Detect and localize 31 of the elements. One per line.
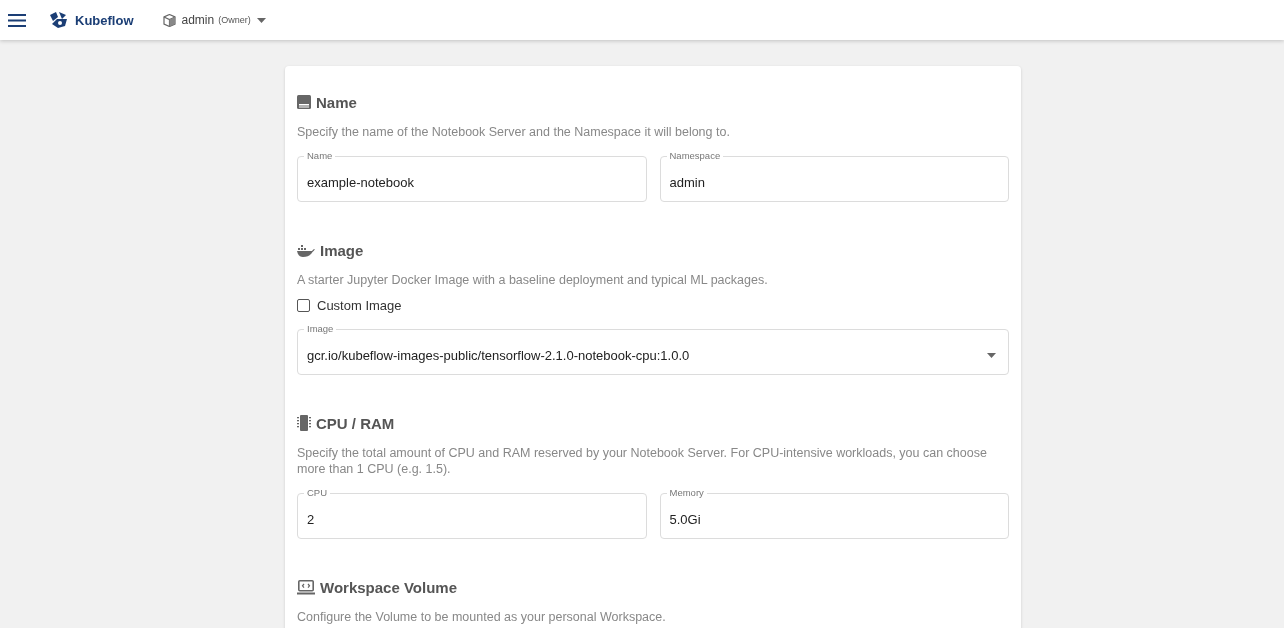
section-title: Workspace Volume <box>320 578 457 596</box>
input-value: example-notebook <box>307 174 415 190</box>
caret-icon <box>987 352 996 358</box>
checkbox[interactable] <box>297 299 310 312</box>
whale-icon <box>297 243 315 257</box>
caret-icon <box>256 17 266 23</box>
section-title: Name <box>316 93 357 111</box>
book-icon <box>297 95 311 109</box>
menu-icon[interactable] <box>8 13 26 27</box>
section-description: Specify the name of the Notebook Server and the Namespace it will belong to. <box>297 124 731 140</box>
section-title: CPU / RAM <box>316 414 395 432</box>
section-title: Image <box>320 241 364 259</box>
field-label: Namespace <box>666 150 724 161</box>
cube-icon <box>162 13 176 27</box>
namespace-selector[interactable]: admin (Owner) <box>162 13 266 27</box>
section-description: Configure the Volume to be mounted as your personal Workspace. <box>297 609 667 625</box>
input-value: 5.0Gi <box>669 511 702 527</box>
checkbox-label[interactable]: Custom Image <box>317 298 402 313</box>
brand-name: Kubeflow <box>75 12 134 28</box>
section-description: Specify the total amount of CPU and RAM reserved by your Notebook Server. For CPU-intensive workloads, you can choose more than 1 CPU (e.g. 1.5). <box>297 445 988 477</box>
field-label: CPU <box>304 487 331 498</box>
input-value: admin <box>669 174 706 190</box>
chip-icon <box>297 415 311 431</box>
field-label: Name <box>304 150 336 161</box>
select-value: gcr.io/kubeflow-images-public/tensorflow-2.1.0-notebook-cpu:1.0.0 <box>307 347 691 363</box>
laptop-icon <box>297 579 315 595</box>
field-label: Image <box>304 323 337 334</box>
input-value: 2 <box>307 511 316 527</box>
section-description: A starter Jupyter Docker Image with a baseline deployment and typical ML packages. <box>297 272 769 288</box>
field-label: Memory <box>666 487 707 498</box>
logo-icon <box>48 11 68 29</box>
